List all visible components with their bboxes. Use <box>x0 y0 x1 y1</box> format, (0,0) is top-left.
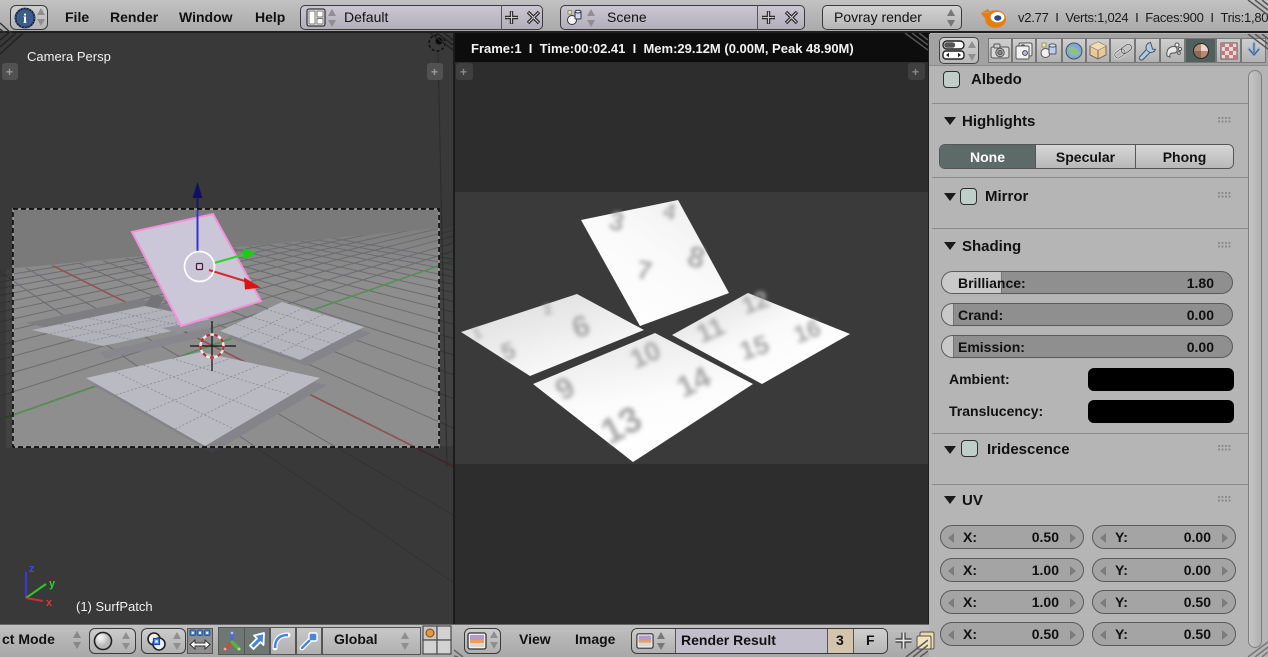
svg-text:+: + <box>6 65 13 79</box>
svg-text:Frame:1 I Time:00:02.41 I: Frame:1 I Time:00:02.41 I Mem:29.12M (0.… <box>471 41 854 56</box>
svg-text:+: + <box>460 65 467 79</box>
svg-text:Camera Persp: Camera Persp <box>27 49 111 64</box>
svg-text:(1) SurfPatch: (1) SurfPatch <box>76 599 153 614</box>
svg-text:z: z <box>29 563 35 575</box>
svg-text:+: + <box>912 65 919 79</box>
svg-text:x: x <box>46 597 53 609</box>
svg-text:+: + <box>431 65 438 79</box>
svg-text:y: y <box>49 578 56 590</box>
